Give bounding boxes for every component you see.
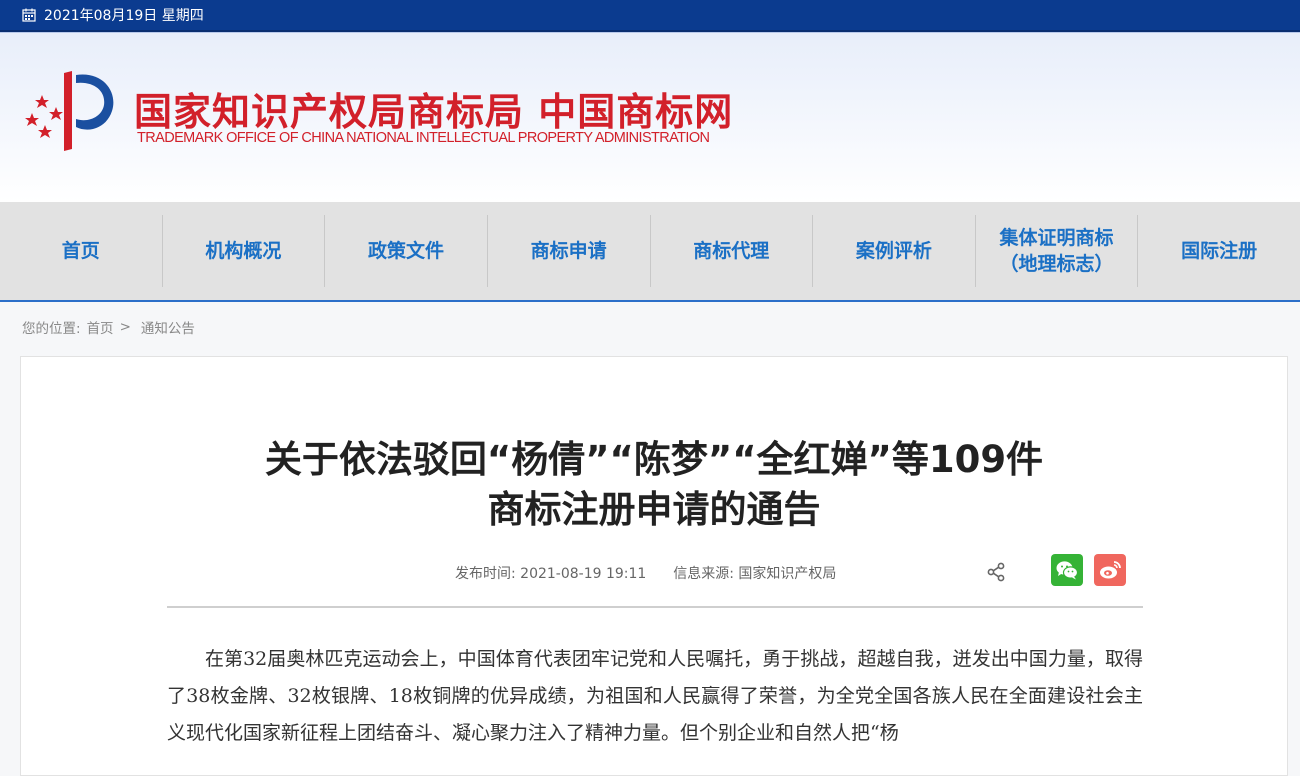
nav-item-international[interactable]: 国际注册 [1138, 215, 1300, 287]
breadcrumb-prefix: 您的位置: [22, 321, 81, 337]
nav-item-application[interactable]: 商标申请 [488, 215, 651, 287]
site-logo-english: TRADEMARK OFFICE OF CHINA NATIONAL INTEL… [137, 130, 710, 146]
source-name: 国家知识产权局 [738, 566, 837, 582]
main-nav: 首页 机构概况 政策文件 商标申请 商标代理 案例评析 集体证明商标 （地理标志… [0, 202, 1300, 302]
nav-item-policy[interactable]: 政策文件 [325, 215, 488, 287]
meta-divider [167, 606, 1143, 608]
article-meta: 发布时间: 2021-08-19 19:11 信息来源: 国家知识产权局 [455, 563, 836, 583]
site-logo-chinese[interactable]: 国家知识产权局商标局 中国商标网 [134, 81, 733, 136]
breadcrumb-current-link[interactable]: 通知公告 [141, 317, 195, 337]
nav-item-cases[interactable]: 案例评析 [813, 215, 976, 287]
article-title-line-1: 关于依法驳回“杨倩”“陈梦”“全红婵”等109件 [264, 438, 1044, 481]
weibo-share-button[interactable] [1094, 554, 1126, 586]
publish-time: 2021-08-19 19:11 [520, 566, 647, 582]
share-icon[interactable] [985, 561, 1007, 583]
breadcrumb-separator: > [119, 319, 131, 335]
wechat-icon [1056, 561, 1079, 580]
nav-item-collective-marks[interactable]: 集体证明商标 （地理标志） [976, 215, 1139, 287]
article-body: 在第32届奥林匹克运动会上，中国体育代表团牢记党和人民嘱托，勇于挑战，超越自我，… [167, 648, 1143, 744]
publish-label: 发布时间: [455, 566, 516, 582]
wechat-share-button[interactable] [1051, 554, 1083, 586]
source-label: 信息来源: [673, 566, 734, 582]
site-header: 国家知识产权局商标局 中国商标网 TRADEMARK OFFICE OF CHI… [0, 32, 1300, 202]
nav-item-about[interactable]: 机构概况 [163, 215, 326, 287]
nav-item-home[interactable]: 首页 [0, 215, 163, 287]
weibo-icon [1100, 561, 1121, 579]
date-bar: 2021年08月19日 星期四 [0, 0, 1300, 32]
breadcrumb-home-link[interactable]: 首页 [87, 317, 114, 337]
article-card: 关于依法驳回“杨倩”“陈梦”“全红婵”等109件 商标注册申请的通告 发布时间:… [20, 356, 1288, 776]
trademark-office-emblem-icon[interactable] [18, 67, 118, 153]
breadcrumb: 您的位置: 首页 > 通知公告 [0, 302, 1300, 352]
article-title-line-2: 商标注册申请的通告 [487, 488, 821, 531]
nav-item-agency[interactable]: 商标代理 [651, 215, 814, 287]
calendar-icon [22, 8, 36, 22]
article-title: 关于依法驳回“杨倩”“陈梦”“全红婵”等109件 商标注册申请的通告 [21, 435, 1287, 535]
current-date: 2021年08月19日 星期四 [44, 8, 204, 24]
